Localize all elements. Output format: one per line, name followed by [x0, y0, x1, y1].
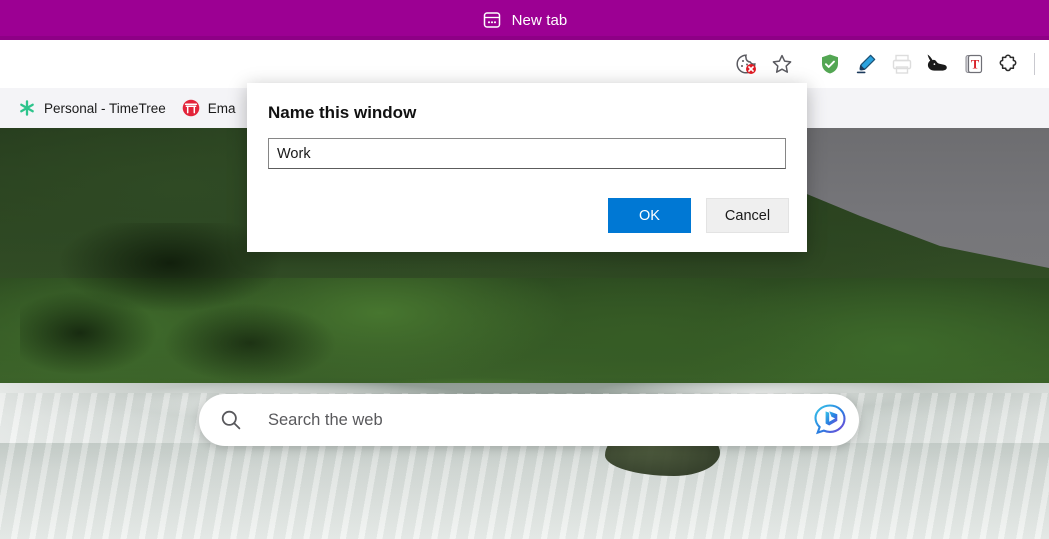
search-bar[interactable]: [199, 394, 859, 446]
window-name-input[interactable]: [268, 138, 786, 169]
puzzle-piece-icon[interactable]: [992, 47, 1028, 81]
todoist-t-icon[interactable]: T: [956, 47, 992, 81]
torii-gate-icon: [182, 99, 200, 117]
cookie-blocked-icon[interactable]: [728, 47, 764, 81]
rabbit-icon[interactable]: [920, 47, 956, 81]
ok-button[interactable]: OK: [608, 198, 691, 233]
printer-icon[interactable]: [884, 47, 920, 81]
title-bar: New tab: [0, 0, 1049, 40]
browser-window: New tab T Personal - TimeTree Ema Search…: [0, 0, 1049, 539]
toolbar-icon-pill: [724, 47, 804, 81]
timetree-icon: [18, 99, 36, 117]
active-tab[interactable]: New tab: [482, 10, 568, 30]
tab-title: New tab: [511, 11, 568, 29]
magnifier-icon: [219, 408, 243, 432]
name-window-dialog: Name this window OK Cancel: [247, 83, 807, 252]
bookmark-label: Ema: [207, 100, 236, 116]
browser-toolbar: T: [0, 40, 1049, 88]
dialog-title: Name this window: [268, 103, 417, 122]
dialog-button-row: OK Cancel: [608, 198, 789, 233]
bookmark-item[interactable]: Ema: [174, 94, 244, 122]
shield-check-icon[interactable]: [812, 47, 848, 81]
search-input[interactable]: [266, 409, 809, 431]
toolbar-divider: [1034, 53, 1035, 75]
bookmark-item[interactable]: Personal - TimeTree: [10, 94, 174, 122]
highlighter-pen-icon[interactable]: [848, 47, 884, 81]
bookmark-label: Personal - TimeTree: [44, 100, 166, 116]
tab-group-icon: [482, 10, 502, 30]
svg-text:T: T: [971, 58, 980, 72]
bing-chat-icon[interactable]: [809, 399, 851, 441]
favorite-star-icon[interactable]: [764, 47, 800, 81]
cancel-button[interactable]: Cancel: [706, 198, 789, 233]
